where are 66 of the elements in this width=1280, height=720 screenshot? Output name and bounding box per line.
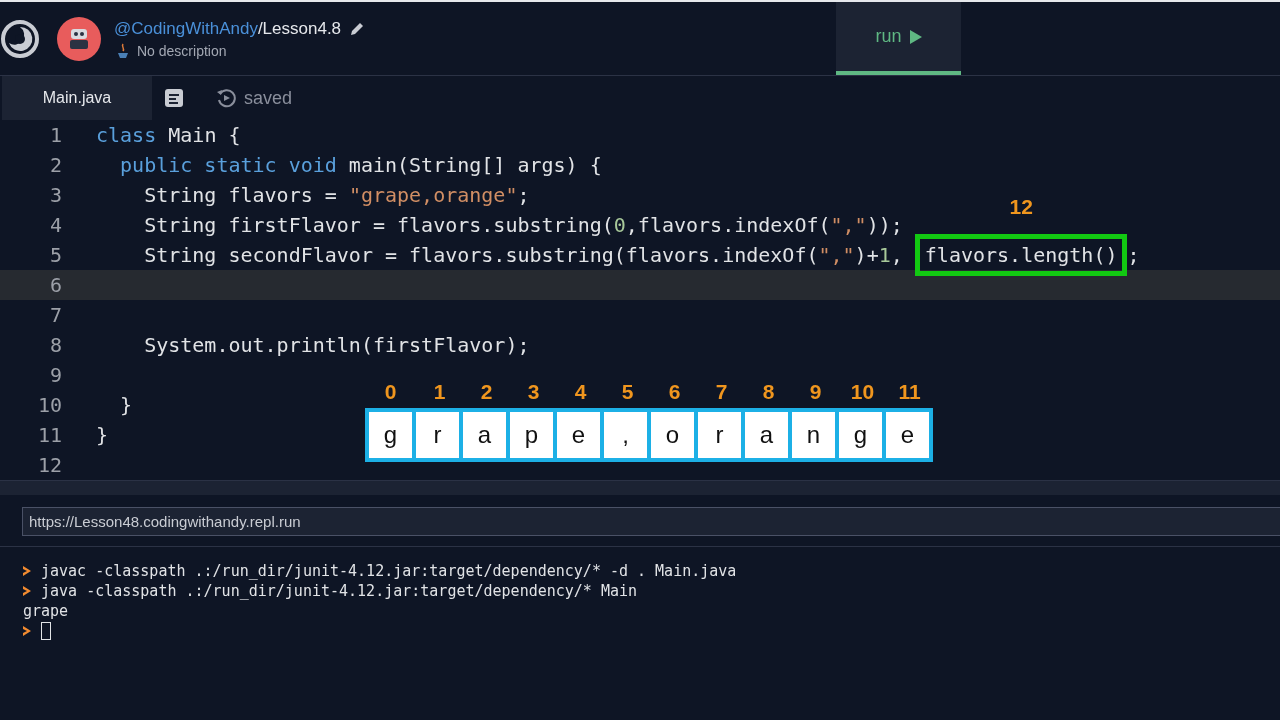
line-number: 9	[48, 363, 62, 387]
index-label: 2	[479, 380, 494, 405]
history-icon[interactable]	[216, 88, 236, 108]
highlight-box: flavors.length()	[914, 234, 1128, 276]
java-cup-icon	[117, 42, 129, 59]
code-token: class	[96, 123, 157, 147]
code-token: "grape,orange"	[348, 183, 518, 207]
code-token: 0	[613, 213, 626, 237]
line-number: 2	[48, 153, 62, 177]
code-token: String secondFlavor = flavors.substring(flavors.indexOf(	[143, 243, 819, 267]
pencil-icon[interactable]	[349, 20, 366, 37]
code-token: ","	[818, 243, 855, 267]
index-label: 3	[526, 380, 541, 405]
url-field[interactable]: https://Lesson48.codingwithandy.repl.run	[22, 507, 1280, 536]
line-number: 12	[36, 453, 62, 477]
index-label: 9	[808, 380, 823, 405]
code-token: }	[96, 423, 109, 447]
code-token: ;	[1127, 243, 1140, 267]
repl-description[interactable]: No description	[137, 42, 227, 59]
code-token: Main {	[167, 123, 241, 147]
callout-label: 12	[1008, 195, 1034, 219]
code-token: ));	[866, 213, 903, 237]
code-token: }	[119, 393, 133, 417]
index-label: 10	[849, 380, 876, 405]
index-label: 6	[667, 380, 682, 405]
code-token: 1	[878, 243, 891, 267]
line-number: 1	[48, 123, 62, 147]
index-label: 8	[761, 380, 776, 405]
line-number: 3	[48, 183, 62, 207]
line-number: 10	[36, 393, 62, 417]
line-number: 4	[48, 213, 62, 237]
line-number: 8	[48, 333, 62, 357]
repl-title: /Lesson4.8	[257, 18, 342, 39]
cursor-icon	[41, 622, 51, 640]
index-label: 0	[383, 380, 398, 405]
line-number: 11	[36, 423, 62, 447]
file-tab[interactable]: Main.java	[2, 76, 152, 120]
terminal-output: grape	[23, 602, 69, 620]
code-token: main(String[] args) {	[347, 153, 602, 177]
code-token: ,flavors.indexOf(	[625, 213, 831, 237]
code-token: ;	[517, 183, 530, 207]
index-label: 4	[573, 380, 588, 405]
line-number: 7	[48, 303, 62, 327]
terminal-command: javac -classpath .:/run_dir/junit-4.12.jar:target/dependency/* -d . Main.java	[41, 562, 737, 580]
line-number: 5	[48, 243, 62, 267]
code-token: System.out.println(firstFlavor);	[143, 333, 530, 357]
index-label: 5	[620, 380, 635, 405]
play-icon[interactable]	[909, 29, 922, 44]
code-token: )+	[854, 243, 879, 267]
code-token: public static void	[119, 153, 337, 177]
robot-avatar-icon[interactable]	[57, 16, 101, 61]
code-token: String firstFlavor = flavors.substring(	[143, 213, 614, 237]
save-status: saved	[244, 87, 293, 109]
line-number: 6	[48, 273, 62, 297]
terminal-command: java -classpath .:/run_dir/junit-4.12.jar:target/dependency/* Main	[41, 582, 638, 600]
code-token: ","	[830, 213, 867, 237]
code-token: String flavors =	[143, 183, 338, 207]
index-label: 11	[897, 380, 922, 405]
index-label: 7	[714, 380, 729, 405]
prompt-arrow-icon	[23, 626, 31, 636]
index-label: 1	[432, 380, 447, 405]
document-icon[interactable]	[165, 89, 183, 107]
logo-icon[interactable]	[0, 18, 40, 59]
repl-owner-link[interactable]: @CodingWithAndy	[114, 18, 258, 39]
code-token: ,	[890, 243, 904, 267]
run-button[interactable]: run	[836, 2, 961, 75]
